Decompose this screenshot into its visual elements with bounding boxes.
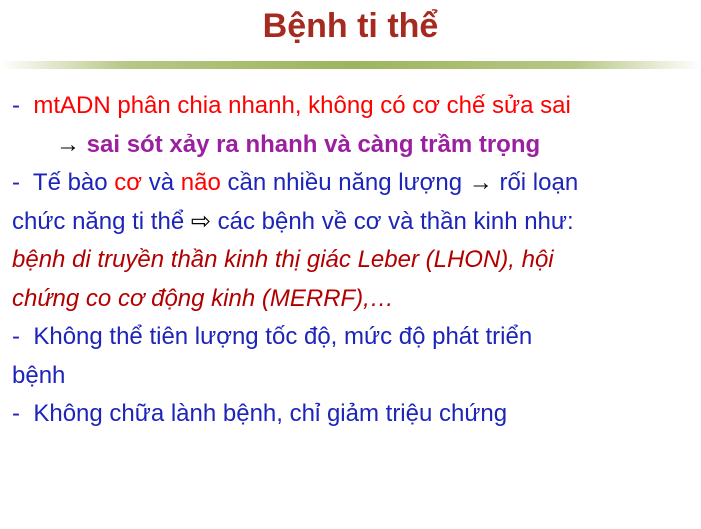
arrow-right-icon: →: [56, 130, 80, 158]
bullet-dash: -: [12, 169, 20, 196]
bullet-1-text: mtADN phân chia nhanh, không có cơ chế s…: [33, 92, 571, 119]
bullet-dash: -: [12, 323, 20, 350]
bullet-2-text-d: rối loạn: [499, 169, 579, 196]
slide-body: - mtADN phân chia nhanh, không có cơ chế…: [12, 87, 697, 434]
bullet-2-text-f: các bệnh về cơ và thần kinh như:: [217, 207, 574, 235]
bullet-2-line-2: chức năng ti thể ⇨ các bệnh về cơ và thầ…: [12, 203, 697, 242]
bullet-2-text-b: và: [148, 169, 175, 196]
bullet-3-text: Không thể tiên lượng tốc độ, mức độ phát…: [33, 323, 533, 350]
outline-arrow-right-icon: ⇨: [190, 207, 211, 235]
bullet-3-line-2: bệnh: [12, 361, 66, 389]
slide-title: Bệnh ti thể: [262, 7, 439, 45]
bullet-4-text: Không chữa lành bệnh, chỉ giảm triệu chứ…: [33, 400, 508, 427]
bullet-2-text-a: Tế bào: [32, 169, 108, 196]
bullet-1-conclusion: → sai sót xảy ra nhanh và càng trầm trọn…: [12, 126, 697, 165]
bullet-2-text-c: cần nhiều năng lượng: [227, 169, 463, 196]
bullet-2-text-e: chức năng ti thể: [12, 207, 185, 235]
bullet-4: - Không chữa lành bệnh, chỉ giảm triệu c…: [12, 395, 697, 434]
bullet-2-italic-1: bệnh di truyền thần kinh thị giác Leber …: [12, 246, 554, 273]
bullet-1-conclusion-text: sai sót xảy ra nhanh và càng trầm trọng: [86, 130, 541, 158]
bullet-2-word-brain: não: [180, 169, 221, 196]
arrow-right-icon: →: [468, 169, 493, 196]
bullet-2-word-muscle: cơ: [114, 169, 143, 196]
bullet-dash: -: [12, 400, 20, 427]
bullet-3: - Không thể tiên lượng tốc độ, mức độ ph…: [12, 318, 697, 357]
bullet-1: - mtADN phân chia nhanh, không có cơ chế…: [12, 87, 697, 126]
title-divider: [0, 61, 701, 69]
bullet-2: - Tế bào cơ và não cần nhiều năng lượng …: [12, 164, 697, 203]
bullet-2-italic-2: chứng co cơ động kinh (MERRF),…: [12, 284, 394, 312]
bullet-dash: -: [12, 92, 20, 119]
